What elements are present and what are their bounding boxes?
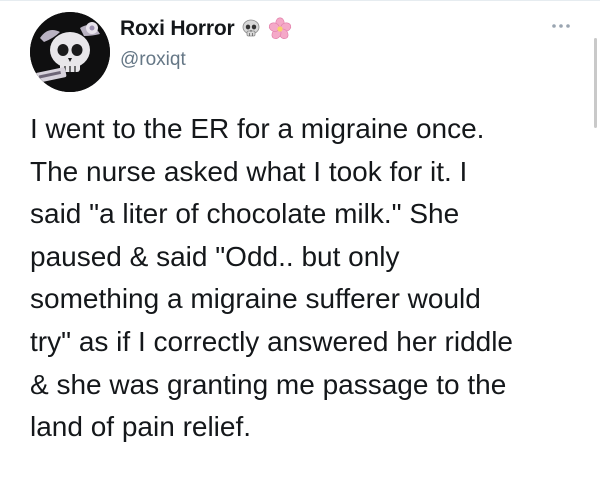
tweet-text: I went to the ER for a migraine once. Th… <box>30 113 513 443</box>
skull-avatar-icon <box>30 12 110 92</box>
author-block: Roxi Horror @roxiqt <box>120 15 292 71</box>
cherry-blossom-icon <box>268 17 292 41</box>
more-icon <box>552 24 570 28</box>
handle[interactable]: @roxiqt <box>120 49 292 71</box>
avatar[interactable] <box>30 12 110 92</box>
more-button[interactable] <box>548 18 574 34</box>
tweet: Roxi Horror @roxiqt I went to the ER for… <box>0 0 600 481</box>
display-name[interactable]: Roxi Horror <box>120 17 235 41</box>
skull-icon <box>240 18 262 40</box>
name-row: Roxi Horror <box>120 15 292 43</box>
